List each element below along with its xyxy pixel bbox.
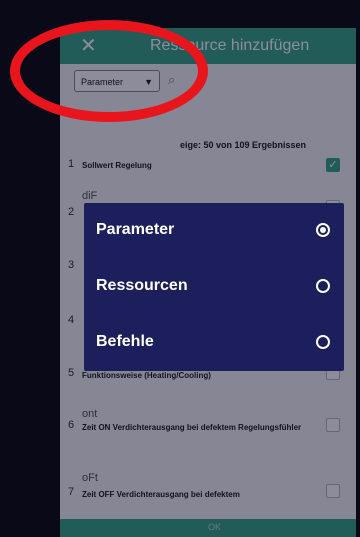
option-label: Ressourcen (96, 277, 188, 294)
radio-icon[interactable] (316, 279, 330, 293)
option-befehle[interactable]: Befehle (84, 315, 344, 371)
radio-icon[interactable] (316, 335, 330, 349)
option-label: Befehle (96, 333, 154, 350)
type-selection-dialog: Parameter Ressourcen Befehle (84, 203, 344, 371)
annotation-circle (10, 20, 208, 122)
option-label: Parameter (96, 221, 175, 238)
option-ressourcen[interactable]: Ressourcen (84, 259, 344, 315)
option-parameter[interactable]: Parameter (84, 203, 344, 259)
radio-selected-icon[interactable] (316, 223, 330, 237)
